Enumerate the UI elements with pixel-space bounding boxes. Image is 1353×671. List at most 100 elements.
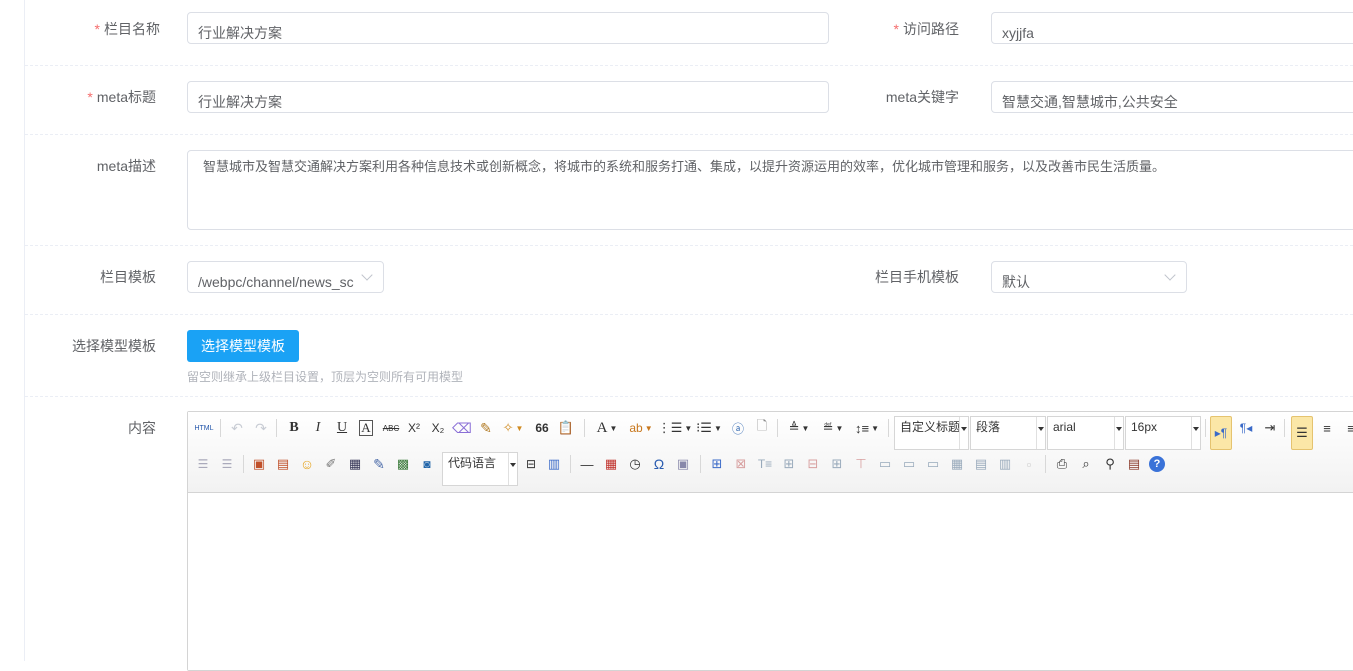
insert-frame-icon[interactable]: ◙ <box>418 454 436 474</box>
print-icon[interactable]: ⎙ <box>1053 454 1071 474</box>
select-model-template-button[interactable]: 选择模型模板 <box>187 330 299 362</box>
insert-image-icon[interactable]: ▣ <box>250 454 268 474</box>
delete-col-icon[interactable]: ⊤ <box>852 454 870 474</box>
image-center-icon[interactable]: ☰ <box>218 454 236 474</box>
bold-icon[interactable]: B <box>285 418 303 438</box>
mobile-template-label: 栏目手机模板 <box>875 269 959 285</box>
blockquote-icon[interactable]: 66 <box>533 418 551 438</box>
required-mark: * <box>893 21 899 37</box>
meta-keywords-label: meta关键字 <box>885 89 959 105</box>
line-height-icon[interactable]: ↕≡ ▼ <box>854 418 880 438</box>
merge-right-icon[interactable]: ▭ <box>900 454 918 474</box>
merge-cells-icon[interactable]: ▭ <box>876 454 894 474</box>
toolbar-separator <box>1284 419 1285 437</box>
column-template-select[interactable]: /webpc/channel/news_sc <box>187 261 384 293</box>
font-family-select[interactable]: arial <box>1047 416 1124 450</box>
search-replace-icon[interactable]: ⚲ <box>1101 454 1119 474</box>
required-mark: * <box>87 89 93 105</box>
multi-image-icon[interactable]: ▤ <box>274 454 292 474</box>
redo-icon[interactable]: ↷ <box>252 418 270 438</box>
split-rows-icon[interactable]: ▤ <box>972 454 990 474</box>
page-break-icon[interactable]: ⊟ <box>522 454 540 474</box>
ordered-list-icon[interactable]: ⋮☰ ▼ <box>658 418 693 438</box>
auto-typeset-icon[interactable]: ✧ ▼ <box>501 418 525 438</box>
strikethrough-icon[interactable]: ABC <box>381 418 401 438</box>
insert-table-icon[interactable]: ⊞ <box>708 454 726 474</box>
row-spacing-top-icon[interactable]: ≜ ▼ <box>786 418 812 438</box>
chart-icon[interactable]: ▫ <box>1020 454 1038 474</box>
time-icon[interactable]: ◷ <box>626 454 644 474</box>
insert-col-icon[interactable]: ⊞ <box>828 454 846 474</box>
delete-table-icon[interactable]: ⊠ <box>732 454 750 474</box>
select-all-icon[interactable]: ⓐ <box>729 418 747 438</box>
custom-style-select[interactable]: 自定义标题 <box>894 416 969 450</box>
align-center-icon[interactable]: ≡ <box>1317 418 1337 438</box>
meta-title-label: * meta标题 <box>87 89 156 105</box>
help-icon[interactable]: ? <box>1149 456 1165 472</box>
special-chars-icon[interactable]: Ω <box>650 454 668 474</box>
toolbar-separator <box>570 455 571 473</box>
horizontal-rule-icon[interactable]: — <box>578 454 596 474</box>
image-none-icon[interactable]: ☰ <box>194 454 212 474</box>
toolbar-separator <box>584 419 585 437</box>
date-icon[interactable]: ▦ <box>602 454 620 474</box>
delete-row-icon[interactable]: ⊟ <box>804 454 822 474</box>
font-color-icon[interactable]: A ▼ <box>593 418 621 438</box>
font-size-select[interactable]: 16px <box>1125 416 1201 450</box>
insert-video-icon[interactable]: ▦ <box>346 454 364 474</box>
paragraph-format-select[interactable]: 段落 <box>970 416 1046 450</box>
meta-description-label: meta描述 <box>96 158 156 174</box>
merge-down-icon[interactable]: ▭ <box>924 454 942 474</box>
preview-icon[interactable]: ⌕ <box>1077 454 1095 474</box>
column-name-input[interactable]: 行业解决方案 <box>187 12 829 44</box>
emotion-icon[interactable]: ☺ <box>298 454 316 474</box>
italic-icon[interactable]: I <box>309 418 327 438</box>
scrawl-icon[interactable]: ✐ <box>322 454 340 474</box>
chevron-down-icon <box>361 269 373 281</box>
undo-icon[interactable]: ↶ <box>228 418 246 438</box>
underline-icon[interactable]: U <box>333 418 351 438</box>
align-right-icon[interactable]: ≡ <box>1341 418 1353 438</box>
row-spacing-bottom-icon[interactable]: ≝ ▼ <box>820 418 846 438</box>
split-cells-icon[interactable]: ▦ <box>948 454 966 474</box>
model-template-label: 选择模型模板 <box>72 338 156 354</box>
paste-plain-icon[interactable]: 📋 <box>557 418 575 438</box>
align-left-icon[interactable]: ☰ <box>1291 416 1313 450</box>
direction-ltr-icon[interactable]: ▸¶ <box>1210 416 1232 450</box>
access-path-input[interactable]: xyjjfa <box>991 12 1353 44</box>
wordimage-icon[interactable]: ▣ <box>674 454 692 474</box>
toolbar-separator <box>1205 419 1206 437</box>
format-painter-icon[interactable]: ✎ <box>477 418 495 438</box>
direction-rtl-icon[interactable]: ¶◂ <box>1236 418 1256 438</box>
toolbar-separator <box>777 419 778 437</box>
mobile-template-select[interactable]: 默认 <box>991 261 1187 293</box>
split-cols-icon[interactable]: ▥ <box>996 454 1014 474</box>
rich-text-editor[interactable]: HTML ↶ ↷ B I U A ABC X² X₂ ⌫ ✎ ✧ ▼ 66 📋 A… <box>187 411 1353 671</box>
attachment-icon[interactable]: ✎ <box>370 454 388 474</box>
drafts-icon[interactable]: ▤ <box>1125 454 1143 474</box>
column-template-label: 栏目模板 <box>100 269 156 285</box>
meta-keywords-input[interactable]: 智慧交通,智慧城市,公共安全 <box>991 81 1353 113</box>
meta-description-textarea[interactable]: 智慧城市及智慧交通解决方案利用各种信息技术或创新概念，将城市的系统和服务打通、集… <box>187 150 1353 230</box>
code-language-select[interactable]: 代码语言 <box>442 452 518 486</box>
row-divider <box>25 314 1353 315</box>
indent-icon[interactable]: ⇥ <box>1260 418 1280 438</box>
unordered-list-icon[interactable]: ⁝☰ ▼ <box>695 418 723 438</box>
background-color-icon[interactable]: ab ▼ <box>627 418 655 438</box>
insert-row-icon[interactable]: ⊞ <box>780 454 798 474</box>
editor-content-area[interactable] <box>188 493 1353 670</box>
eraser-icon[interactable]: ⌫ <box>452 418 472 438</box>
toolbar-separator <box>276 419 277 437</box>
template-icon[interactable]: ▥ <box>544 454 564 474</box>
map-icon[interactable]: ▩ <box>394 454 412 474</box>
chevron-down-icon <box>1164 269 1176 281</box>
subscript-icon[interactable]: X₂ <box>429 418 447 438</box>
toolbar-separator <box>220 419 221 437</box>
font-border-icon[interactable]: A <box>357 418 375 438</box>
clear-doc-icon[interactable]: 🗋 <box>753 418 771 438</box>
insert-caption-icon[interactable]: T≡ <box>756 454 774 474</box>
toolbar-separator <box>700 455 701 473</box>
meta-title-input[interactable]: 行业解决方案 <box>187 81 829 113</box>
superscript-icon[interactable]: X² <box>405 418 423 438</box>
html-source-icon[interactable]: HTML <box>192 418 216 438</box>
